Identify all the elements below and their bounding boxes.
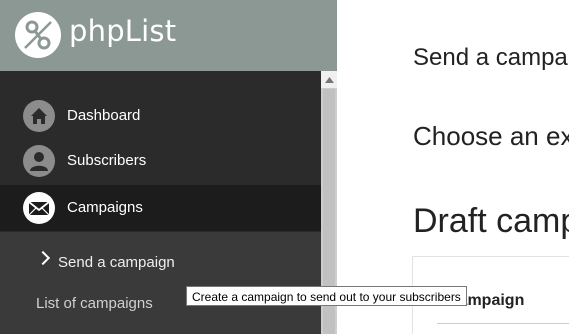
page-subtitle: Choose an ex xyxy=(413,121,569,151)
divider xyxy=(437,323,569,324)
sidebar-item-subscribers[interactable]: Subscribers xyxy=(0,138,321,184)
campaigns-submenu xyxy=(0,232,321,334)
sidebar-item-campaigns[interactable]: Campaigns xyxy=(0,185,321,231)
person-icon xyxy=(23,145,55,177)
link-icon xyxy=(24,20,52,50)
sidebar-item-label: Subscribers xyxy=(67,152,147,169)
logo-text[interactable]: phpList xyxy=(69,14,176,48)
sidebar-item-dashboard[interactable]: Dashboard xyxy=(0,93,321,139)
tooltip: Create a campaign to send out to your su… xyxy=(186,286,467,306)
logo-bar: phpList xyxy=(0,0,337,71)
sidebar-item-label: Campaigns xyxy=(67,199,143,216)
arrow-up-icon xyxy=(324,76,334,83)
scroll-up-button[interactable] xyxy=(321,71,337,88)
sidebar-item-label: Dashboard xyxy=(67,107,141,124)
home-icon xyxy=(23,100,55,132)
page-title: Send a campa xyxy=(413,44,568,71)
submenu-item-list-campaigns[interactable]: List of campaigns xyxy=(36,295,153,312)
main-content: Send a campa Choose an ex Draft camp Cam… xyxy=(337,0,569,334)
submenu-item-send-campaign[interactable]: Send a campaign xyxy=(58,254,175,271)
envelope-icon xyxy=(23,192,55,224)
phplist-logo-icon[interactable] xyxy=(15,12,61,58)
section-title: Draft camp xyxy=(413,202,569,240)
